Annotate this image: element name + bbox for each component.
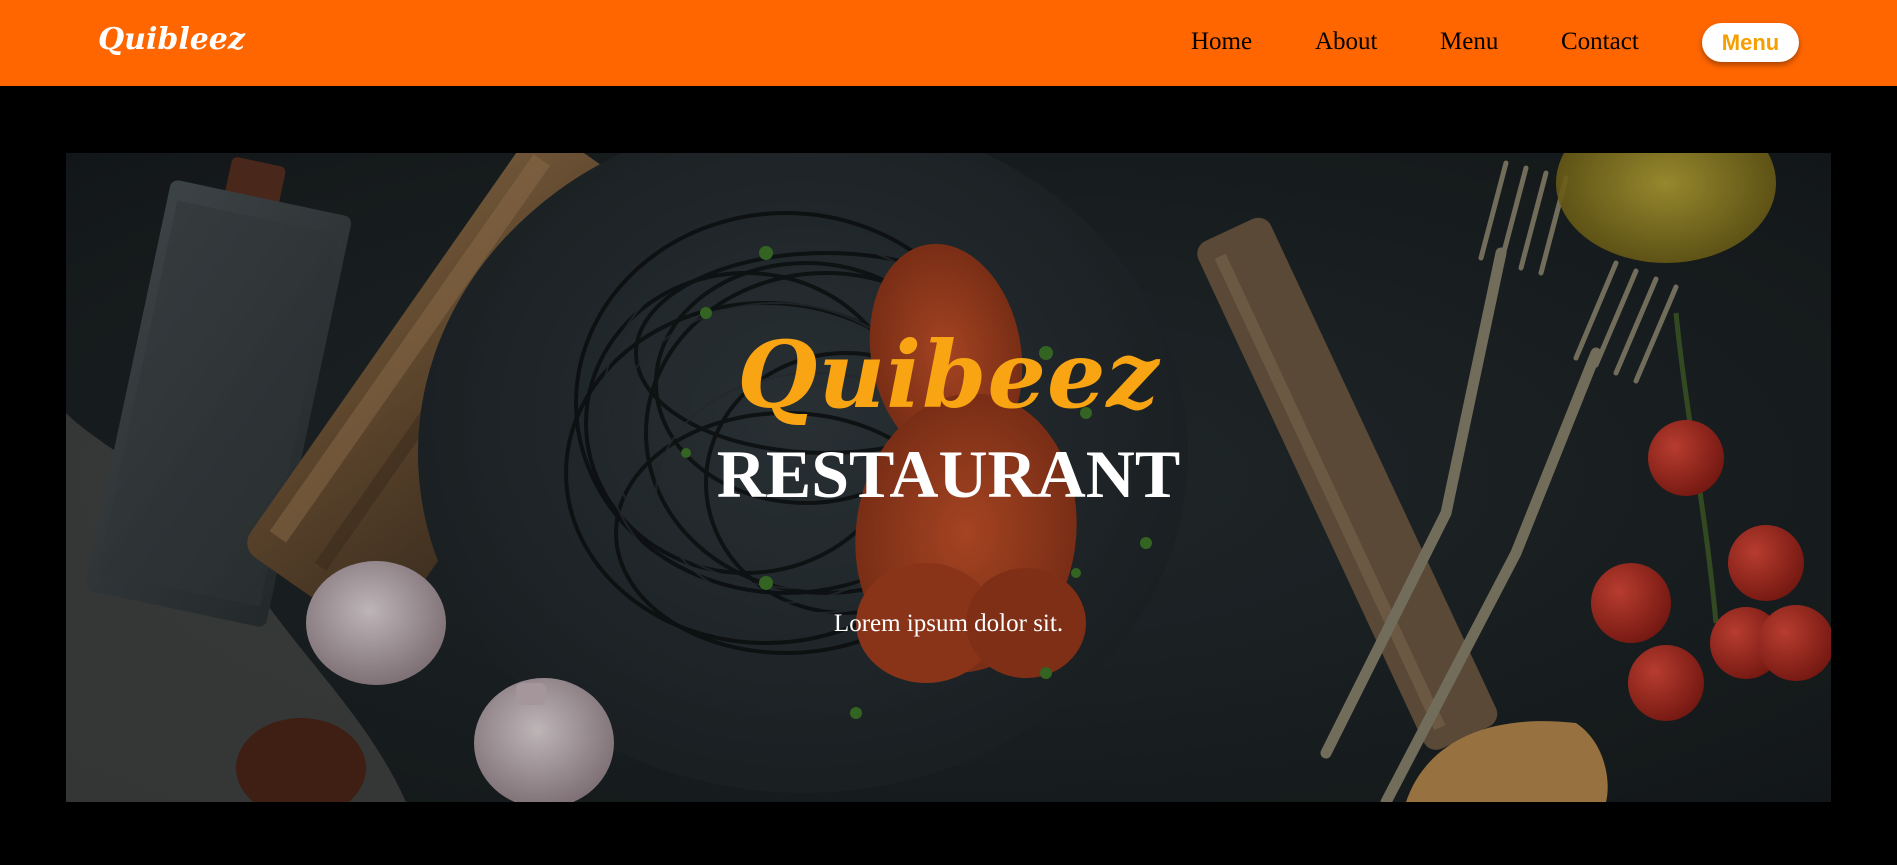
navbar: Quibleez Home About Menu Contact Menu: [0, 0, 1897, 86]
hero-banner: Quibeez RESTAURANT Lorem ipsum dolor sit…: [66, 153, 1831, 802]
menu-button[interactable]: Menu: [1702, 23, 1799, 62]
nav-link-about[interactable]: About: [1315, 28, 1378, 56]
hero-subtitle: RESTAURANT: [716, 436, 1181, 512]
nav-link-home[interactable]: Home: [1191, 28, 1252, 56]
brand-logo[interactable]: Quibleez: [98, 22, 245, 57]
nav-link-menu[interactable]: Menu: [1440, 28, 1498, 56]
nav-link-contact[interactable]: Contact: [1561, 28, 1639, 56]
hero-tagline: Lorem ipsum dolor sit.: [833, 610, 1064, 637]
hero-title: Quibeez: [737, 321, 1160, 429]
